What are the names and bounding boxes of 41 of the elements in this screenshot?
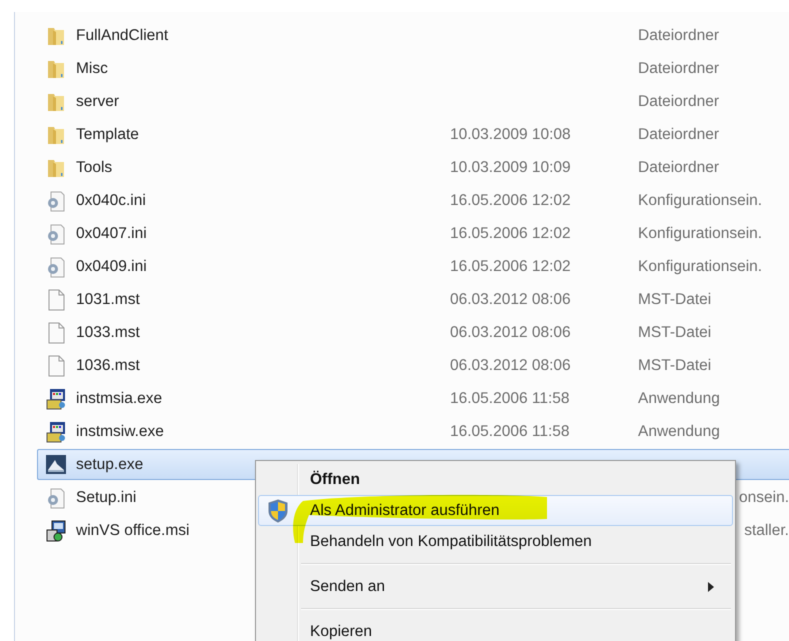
file-type: Konfigurationsein. (638, 258, 762, 276)
file-name: Tools (76, 158, 114, 176)
file-name: Misc (76, 60, 109, 78)
file-type: staller. (744, 522, 789, 540)
file-date: 10.03.2009 10:09 (450, 158, 572, 176)
file-type: MST-Datei (638, 290, 712, 308)
file-type: Konfigurationsein. (638, 192, 762, 210)
file-date: 16.05.2006 11:58 (450, 390, 571, 408)
file-date: 16.05.2006 12:02 (450, 192, 572, 210)
file-date: 16.05.2006 12:02 (450, 224, 572, 242)
file-type: MST-Datei (638, 324, 712, 342)
file-name: 1033.mst (76, 324, 141, 342)
file-date: 06.03.2012 08:06 (450, 356, 572, 374)
file-date: 06.03.2012 08:06 (450, 290, 572, 308)
file-name: instmsiw.exe (76, 422, 165, 440)
file-type: MST-Datei (638, 356, 712, 374)
file-type: Anwendung (638, 422, 720, 440)
file-type: Anwendung (638, 390, 720, 408)
file-name: 1031.mst (76, 290, 141, 308)
file-name: Template (76, 126, 140, 144)
file-type: Konfigurationsein. (638, 224, 762, 242)
file-name: server (76, 92, 120, 110)
file-name: instmsia.exe (76, 390, 164, 408)
file-type: Dateiordner (638, 126, 719, 144)
file-name: Setup.ini (76, 488, 138, 506)
file-name: 0x0409.ini (76, 258, 148, 276)
file-name: setup.exe (76, 456, 144, 474)
file-name: winVS office.msi (76, 522, 190, 540)
file-name: 0x0407.ini (76, 224, 148, 242)
file-type: Dateiordner (638, 92, 719, 110)
file-type: Dateiordner (638, 158, 719, 176)
file-date: 16.05.2006 11:58 (450, 422, 571, 440)
file-name: 1036.mst (76, 356, 141, 374)
file-type: Dateiordner (638, 26, 719, 44)
file-date: 10.03.2009 10:08 (450, 126, 572, 144)
file-date: 06.03.2012 08:06 (450, 324, 572, 342)
file-type: Dateiordner (638, 60, 719, 78)
file-type: onsein. (739, 488, 789, 506)
file-date: 16.05.2006 12:02 (450, 258, 572, 276)
file-name: FullAndClient (76, 26, 170, 44)
file-name: 0x040c.ini (76, 192, 147, 210)
